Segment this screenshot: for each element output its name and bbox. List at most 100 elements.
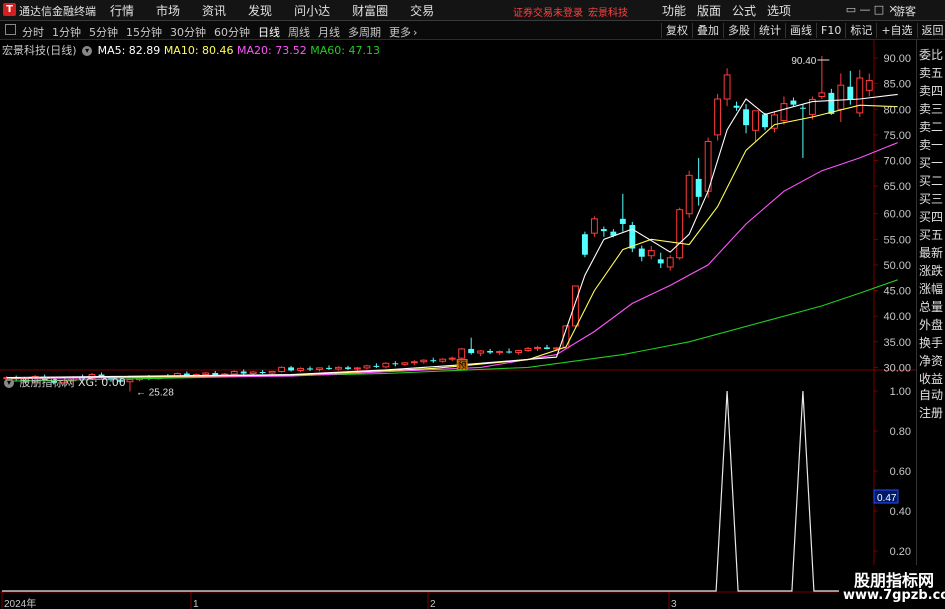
candle-body: [657, 259, 664, 264]
panel-toggle-icon[interactable]: [5, 24, 16, 35]
candle-body: [865, 80, 873, 91]
indicator-value: XG: 0.00: [78, 376, 126, 389]
ma5-value: MA5: 82.89: [97, 44, 161, 57]
ma10-value: MA10: 80.46: [163, 44, 234, 57]
side-item-ask2[interactable]: 卖二: [919, 118, 945, 135]
tool-add-watchlist[interactable]: +自选: [876, 23, 916, 38]
moving-averages: [6, 93, 898, 382]
candle-body: [353, 367, 361, 370]
price-tick-label: 60.00: [883, 209, 911, 221]
candle-body: [420, 359, 428, 363]
price-tick-label: 35.00: [883, 337, 911, 349]
tab-5min[interactable]: 5分钟: [89, 24, 118, 40]
tool-adjust[interactable]: 复权: [661, 23, 692, 38]
candle-body: [240, 371, 247, 374]
chevron-down-icon[interactable]: ▾: [82, 46, 93, 56]
side-item-change-pct[interactable]: 涨幅: [919, 280, 945, 297]
side-item-change[interactable]: 涨跌: [919, 262, 945, 279]
login-notice[interactable]: 证券交易未登录: [513, 4, 583, 19]
maximize-icon[interactable]: □: [872, 1, 886, 19]
side-item-outer[interactable]: 外盘: [919, 316, 945, 333]
tool-back[interactable]: 返回: [916, 23, 945, 38]
guest-label[interactable]: 游客: [894, 3, 916, 19]
chevron-down-icon[interactable]: ▾: [4, 378, 14, 388]
side-item-volume[interactable]: 总量: [919, 298, 945, 315]
menu-layout[interactable]: 版面: [697, 2, 721, 19]
side-item-register[interactable]: 注册: [919, 404, 945, 421]
side-item-eps[interactable]: 收益: [919, 370, 945, 387]
tool-multi-stock[interactable]: 多股: [723, 23, 754, 38]
candle-body: [515, 349, 523, 354]
candle-body: [448, 357, 456, 360]
menu-options[interactable]: 选项: [767, 2, 791, 19]
tab-15min[interactable]: 15分钟: [126, 24, 162, 40]
menu-ask[interactable]: 问小达: [294, 2, 330, 19]
side-item-bid1[interactable]: 买一: [919, 154, 945, 171]
side-item-bid-ratio[interactable]: 委比: [919, 46, 945, 63]
menu-news[interactable]: 资讯: [202, 2, 226, 19]
time-label: 3: [671, 599, 677, 609]
restore-icon[interactable]: ▭: [844, 1, 858, 19]
side-item-bid2[interactable]: 买二: [919, 172, 945, 189]
menu-quotes[interactable]: 行情: [110, 2, 134, 19]
low-label: ← 25.28: [136, 387, 174, 398]
tool-f10[interactable]: F10: [816, 23, 845, 38]
side-item-bid5[interactable]: 买五: [919, 226, 945, 243]
menu-wealth[interactable]: 财富圈: [352, 2, 388, 19]
chart-grid: [0, 40, 916, 609]
menu-formula[interactable]: 公式: [732, 2, 756, 19]
candle-body: [856, 77, 864, 114]
price-tick-label: 55.00: [883, 234, 911, 246]
candle-body: [600, 229, 607, 232]
tab-30min[interactable]: 30分钟: [170, 24, 206, 40]
tab-weekly[interactable]: 周线: [288, 24, 310, 40]
side-item-ask3[interactable]: 卖三: [919, 100, 945, 117]
side-item-turnover[interactable]: 换手: [919, 334, 945, 351]
tab-more[interactable]: 更多 ›: [389, 24, 417, 40]
candle-body: [345, 367, 351, 369]
tool-draw[interactable]: 画线: [785, 23, 816, 38]
side-item-auto[interactable]: 自动: [919, 386, 945, 403]
candle-body: [695, 178, 702, 197]
menu-discover[interactable]: 发现: [248, 2, 272, 19]
event-marker-label: 预: [458, 360, 467, 371]
tool-stats[interactable]: 统计: [754, 23, 785, 38]
candle-body: [307, 368, 313, 370]
tab-1min[interactable]: 1分钟: [52, 24, 81, 40]
menu-market[interactable]: 市场: [156, 2, 180, 19]
menu-functions[interactable]: 功能: [662, 2, 686, 19]
candle-body: [401, 362, 409, 365]
side-item-ask1[interactable]: 卖一: [919, 136, 945, 153]
candle-body: [676, 209, 684, 259]
candle-body: [477, 350, 485, 354]
menu-trade[interactable]: 交易: [410, 2, 434, 19]
kline-chart[interactable]: 90.00 85.00 80.00 75.00 70.00 65.00 60.00 55.00…: [0, 40, 916, 609]
side-item-ask4[interactable]: 卖四: [919, 82, 945, 99]
side-item-nav[interactable]: 净资: [919, 352, 945, 369]
candle-body: [762, 114, 768, 128]
side-item-ask5[interactable]: 卖五: [919, 64, 945, 81]
candle-body: [638, 248, 645, 257]
candle-body: [544, 347, 550, 349]
tab-60min[interactable]: 60分钟: [214, 24, 250, 40]
tool-mark[interactable]: 标记: [845, 23, 876, 38]
candle-body: [410, 361, 418, 364]
tab-intraday[interactable]: 分时: [22, 24, 44, 40]
candle-body: [799, 107, 806, 109]
tab-multi-period[interactable]: 多周期: [348, 24, 381, 40]
candle-body: [818, 92, 826, 97]
tool-overlay[interactable]: 叠加: [692, 23, 723, 38]
candle-body: [619, 218, 626, 224]
main-menu: 行情 市场 资讯 发现 问小达 财富圈 交易: [110, 2, 456, 19]
side-panel: 委比 卖五 卖四 卖三 卖二 卖一 买一 买二 买三 买四 买五 最新 涨跌 涨…: [916, 40, 945, 609]
minimize-icon[interactable]: —: [858, 1, 872, 19]
period-tabs: 分时 1分钟 5分钟 15分钟 30分钟 60分钟 日线 周线 月线 多周期 更…: [22, 24, 425, 40]
candle-body: [468, 348, 475, 354]
side-item-bid3[interactable]: 买三: [919, 190, 945, 207]
side-item-last[interactable]: 最新: [919, 244, 945, 261]
high-label: 90.40: [791, 56, 816, 67]
tab-monthly[interactable]: 月线: [318, 24, 340, 40]
main-legend: 宏景科技(日线) ▾ MA5: 82.89 MA10: 80.46 MA20: …: [2, 42, 380, 58]
tab-daily[interactable]: 日线: [258, 24, 280, 40]
side-item-bid4[interactable]: 买四: [919, 208, 945, 225]
